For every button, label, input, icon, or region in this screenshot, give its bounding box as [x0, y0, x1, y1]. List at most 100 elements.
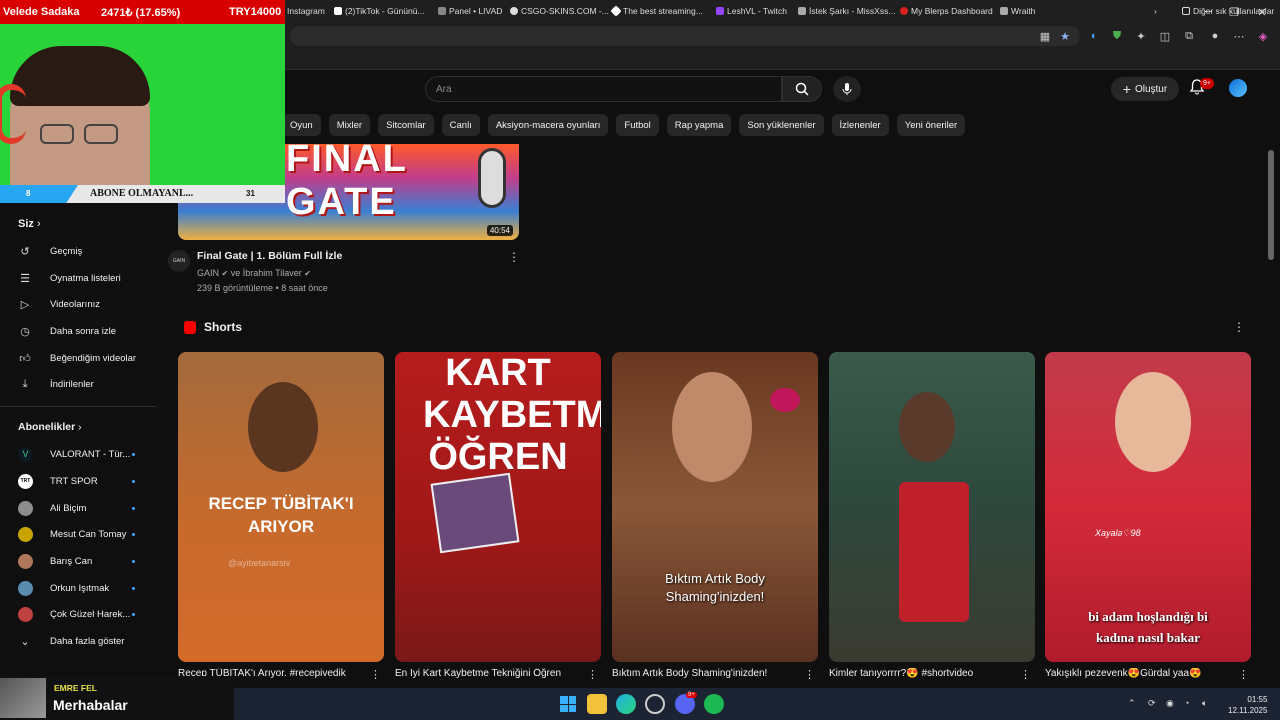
tray-overflow-icon[interactable]: ⌃ — [1128, 698, 1136, 709]
copilot-icon[interactable]: ◈ — [1254, 26, 1272, 46]
short-menu-icon[interactable]: ⋮ — [1238, 668, 1249, 681]
account-avatar[interactable] — [1229, 79, 1247, 97]
short-card[interactable]: Bıktım Artık Body Shaming'inizden! — [612, 352, 818, 662]
chip-rap[interactable]: Rap yapma — [666, 114, 732, 136]
chip-aksiyon[interactable]: Aksiyon-macera oyunları — [487, 114, 609, 136]
channel-avatar[interactable]: GAIN — [168, 250, 190, 272]
bookmark-istek[interactable]: İstek Şarkı - MissXss... — [798, 4, 895, 18]
bookmark-label: The best streaming... — [623, 6, 703, 16]
sync-icon[interactable]: ⟳ — [1148, 698, 1156, 709]
short-title[interactable]: En İyi Kart Kaybetme Tekniğini Öğren — [395, 668, 575, 679]
short-card[interactable]: Xayalə♡98 bi adam hoşlandığı bi kadına n… — [1045, 352, 1251, 662]
search-input[interactable]: Ara — [425, 76, 782, 102]
system-clock[interactable]: 01:55 12.11.2025 — [1228, 694, 1267, 716]
short-menu-icon[interactable]: ⋮ — [804, 668, 815, 681]
headphones-icon — [0, 84, 26, 144]
short-caption: RECEP TÜBİTAK'I ARIYOR — [208, 494, 354, 536]
donation-name: Velede Sadaka — [3, 6, 80, 18]
video-icon: ▷ — [20, 298, 30, 311]
sidebar-sub-ali-bicim[interactable]: Ali Biçim — [18, 499, 86, 517]
channel-name[interactable]: GAIN — [197, 268, 219, 278]
bookmark-label: (2)TikTok - Gününü... — [345, 6, 425, 16]
chip-sitcomlar[interactable]: Sitcomlar — [378, 114, 434, 136]
chip-oyun[interactable]: Oyun — [282, 114, 321, 136]
short-card[interactable]: KART KAYBETME ÖĞREN — [395, 352, 601, 662]
edge-icon[interactable] — [616, 694, 636, 714]
volume-icon[interactable]: 🔈︎ — [1202, 698, 1207, 709]
short-card[interactable]: RECEP TÜBİTAK'I ARIYOR @ayibetanarsiv — [178, 352, 384, 662]
collaborator-name[interactable]: ve İbrahim Tilaver — [231, 268, 302, 278]
sidebar-item-your-videos[interactable]: ▷ Videolarınız — [18, 295, 100, 313]
nvidia-icon[interactable]: ◉ — [1166, 698, 1174, 709]
short-card[interactable] — [829, 352, 1035, 662]
bookmark-label: CSGO-SKINS.COM -... — [521, 6, 609, 16]
chip-son-yuklenenler[interactable]: Son yüklenenler — [739, 114, 824, 136]
sidebar-item-watch-later[interactable]: ◷ Daha sonra izle — [18, 322, 116, 340]
ali-bicim-avatar — [18, 500, 33, 516]
more-icon[interactable]: ⋯ — [1230, 26, 1248, 46]
sidebar-sub-baris-can[interactable]: Barış Can — [18, 552, 92, 570]
sidebar-show-more[interactable]: ⌄ Daha fazla göster — [18, 632, 124, 650]
sidebar-item-liked[interactable]: 👍︎ Beğendiğim videolar — [18, 349, 136, 367]
collections-icon[interactable]: ⧉ — [1180, 26, 1198, 46]
short-menu-icon[interactable]: ⋮ — [370, 668, 381, 681]
voice-search-button[interactable] — [833, 76, 861, 102]
extensions-icon[interactable]: ✦ — [1132, 26, 1150, 46]
profile-icon[interactable]: ● — [1206, 26, 1224, 46]
bookmark-csgo[interactable]: CSGO-SKINS.COM -... — [510, 4, 609, 18]
file-explorer-icon[interactable] — [587, 694, 607, 714]
sidebar-sub-mesut-can-tomay[interactable]: Mesut Can Tomay — [18, 525, 126, 543]
shield-icon[interactable]: ⛊ — [1108, 26, 1126, 46]
split-screen-icon[interactable]: ◫ — [1156, 26, 1174, 46]
start-icon[interactable] — [558, 694, 578, 714]
bookmark-blerps[interactable]: My Blerps Dashboard — [900, 4, 993, 18]
sidebar-item-history[interactable]: ↺ Geçmiş — [18, 242, 82, 260]
glasses-shape — [40, 124, 74, 144]
bookmark-streaming[interactable]: The best streaming... — [610, 4, 703, 18]
create-button[interactable]: + Oluştur — [1111, 77, 1179, 101]
bookmark-twitch[interactable]: LeshVL - Twitch — [716, 4, 787, 18]
video-title[interactable]: Final Gate | 1. Bölüm Full İzle — [197, 250, 342, 262]
sidebar-sub-label: Mesut Can Tomay — [50, 528, 127, 540]
sidebar-subscriptions-heading[interactable]: Abonelikler › — [18, 421, 82, 433]
short-menu-icon[interactable]: ⋮ — [1020, 668, 1031, 681]
bookmark-instagram[interactable]: Instagram — [287, 4, 325, 18]
person-head-shape — [248, 382, 318, 472]
wifi-icon[interactable]: ◔ — [1184, 698, 1189, 708]
chip-mixler[interactable]: Mixler — [328, 114, 371, 136]
read-aloud-icon[interactable]: ◖ — [1084, 26, 1102, 46]
short-menu-icon[interactable]: ⋮ — [587, 668, 598, 681]
sidebar-sub-orkun-isitmak[interactable]: Orkun Işıtmak — [18, 579, 109, 597]
bookmark-panel[interactable]: Panel • LIVAD — [438, 4, 502, 18]
chip-izlenenler[interactable]: İzlenenler — [831, 114, 889, 136]
short-title[interactable]: Bıktım Artık Body Shaming'inizden! — [612, 668, 792, 679]
sidebar-sub-valorant[interactable]: V VALORANT - Tür... — [18, 445, 130, 463]
short-title[interactable]: Kimler tanıyorrrr?😍 #shortvideo — [829, 668, 1009, 679]
spotify-icon[interactable] — [704, 694, 724, 714]
scrollbar-thumb[interactable] — [1268, 150, 1274, 260]
bookmarks-overflow-icon[interactable]: › — [1154, 4, 1157, 18]
chip-futbol[interactable]: Futbol — [616, 114, 659, 136]
verified-icon: ✔ — [304, 269, 311, 278]
shorts-menu-icon[interactable]: ⋮ — [1233, 320, 1245, 334]
app-icon[interactable]: ▦ — [1036, 26, 1054, 46]
person-head-shape — [1115, 372, 1191, 472]
favorite-star-icon[interactable]: ★ — [1056, 26, 1074, 46]
short-title[interactable]: Yakışıklı pezevenk😍Gürdal yaa😍 — [1045, 668, 1225, 679]
sidebar-item-downloads[interactable]: ⤓ İndirilenler — [18, 375, 94, 393]
sidebar-sub-trt-spor[interactable]: TRT TRT SPOR — [18, 472, 98, 490]
new-content-dot — [132, 587, 135, 590]
bookmark-tiktok[interactable]: (2)TikTok - Gününü... — [334, 4, 425, 18]
sidebar-sub-cok-guzel[interactable]: Çok Güzel Harek... — [18, 605, 130, 623]
bookmark-other[interactable]: Diğer sık kullanılanlar — [1182, 4, 1274, 18]
chip-canli[interactable]: Canlı — [441, 114, 480, 136]
url-field[interactable] — [290, 26, 1080, 46]
sidebar-you-heading[interactable]: Siz › — [18, 218, 41, 230]
chip-yeni-oneriler[interactable]: Yeni öneriler — [896, 114, 966, 136]
shorts-title: Shorts — [204, 320, 243, 334]
search-button[interactable] — [782, 76, 822, 102]
obs-icon[interactable] — [645, 694, 665, 714]
video-menu-icon[interactable]: ⋮ — [508, 250, 520, 264]
sidebar-item-playlists[interactable]: ☰ Oynatma listeleri — [18, 269, 121, 287]
bookmark-wraith[interactable]: Wraith — [1000, 4, 1035, 18]
